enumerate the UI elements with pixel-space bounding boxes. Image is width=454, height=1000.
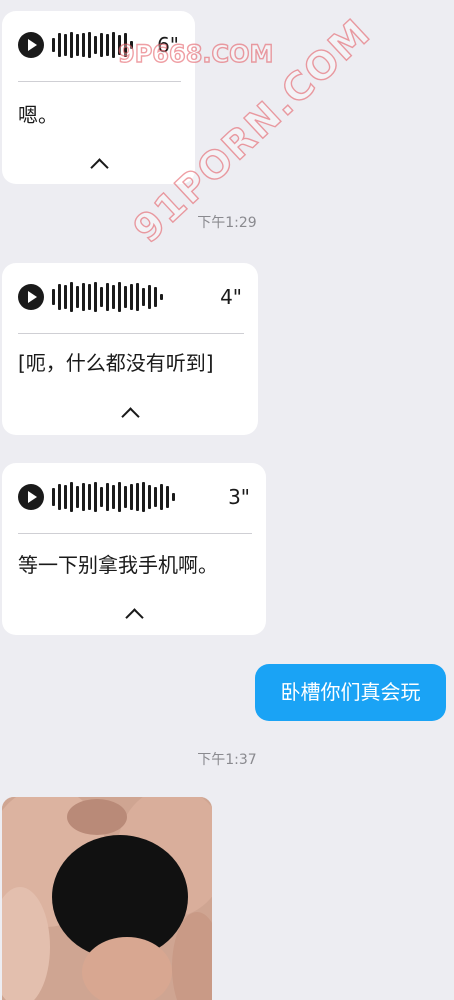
voice-player[interactable]: 3"	[18, 482, 250, 512]
waveform-bar	[76, 286, 79, 308]
waveform-bar	[70, 32, 73, 58]
voice-waveform	[52, 482, 175, 512]
voice-message-bubble[interactable]: 4" [呃，什么都没有听到]	[2, 263, 258, 435]
waveform-bar	[82, 283, 85, 311]
waveform-bar	[52, 488, 55, 506]
waveform-bar	[88, 32, 91, 58]
play-icon[interactable]	[18, 284, 44, 310]
sent-message-bubble[interactable]: 卧槽你们真会玩	[255, 664, 446, 721]
image-message[interactable]	[2, 797, 212, 1000]
voice-transcript: [呃，什么都没有听到]	[18, 351, 214, 375]
waveform-bar	[142, 482, 145, 512]
play-icon[interactable]	[18, 484, 44, 510]
chat-timestamp: 下午1:37	[197, 752, 257, 768]
waveform-bar	[154, 287, 157, 307]
waveform-bar	[100, 487, 103, 507]
voice-duration: 3"	[228, 485, 250, 509]
voice-message-bubble[interactable]: 3" 等一下别拿我手机啊。	[2, 463, 266, 635]
waveform-bar	[112, 32, 115, 58]
waveform-bar	[70, 482, 73, 512]
waveform-bar	[130, 284, 133, 310]
chevron-up-icon[interactable]	[121, 407, 140, 426]
waveform-bar	[88, 484, 91, 510]
waveform-bar	[136, 283, 139, 311]
voice-message-bubble[interactable]: 6" 嗯。	[2, 11, 195, 184]
waveform-bar	[94, 36, 97, 54]
watermark-text: 9P668.COM	[117, 39, 274, 68]
chat-timestamp: 下午1:29	[197, 215, 257, 231]
waveform-bar	[136, 483, 139, 511]
chevron-up-icon[interactable]	[125, 608, 144, 627]
waveform-bar	[124, 486, 127, 508]
waveform-bar	[64, 285, 67, 309]
waveform-bar	[82, 33, 85, 57]
divider	[18, 533, 252, 534]
waveform-bar	[106, 283, 109, 311]
waveform-bar	[148, 285, 151, 309]
waveform-bar	[154, 487, 157, 507]
waveform-bar	[160, 294, 163, 300]
voice-waveform	[52, 282, 163, 312]
waveform-bar	[58, 284, 61, 310]
waveform-bar	[82, 483, 85, 511]
waveform-bar	[88, 284, 91, 310]
waveform-bar	[112, 285, 115, 309]
voice-player[interactable]: 4"	[18, 282, 242, 312]
divider	[18, 81, 181, 82]
waveform-bar	[118, 482, 121, 512]
waveform-bar	[58, 484, 61, 510]
divider	[18, 333, 244, 334]
waveform-bar	[94, 482, 97, 512]
waveform-bar	[124, 286, 127, 308]
waveform-bar	[70, 282, 73, 312]
waveform-bar	[58, 33, 61, 57]
waveform-bar	[64, 485, 67, 509]
waveform-bar	[106, 34, 109, 56]
waveform-bar	[172, 493, 175, 501]
voice-transcript: 等一下别拿我手机啊。	[18, 553, 218, 577]
play-icon[interactable]	[18, 32, 44, 58]
waveform-bar	[148, 485, 151, 509]
waveform-bar	[76, 34, 79, 56]
waveform-bar	[64, 34, 67, 56]
voice-duration: 4"	[220, 285, 242, 309]
voice-transcript: 嗯。	[18, 103, 58, 127]
waveform-bar	[100, 287, 103, 307]
waveform-bar	[166, 486, 169, 508]
waveform-bar	[160, 484, 163, 510]
waveform-bar	[52, 289, 55, 305]
waveform-bar	[112, 485, 115, 509]
waveform-bar	[118, 282, 121, 312]
waveform-bar	[76, 486, 79, 508]
waveform-bar	[100, 33, 103, 57]
waveform-bar	[142, 288, 145, 306]
waveform-bar	[52, 38, 55, 52]
waveform-bar	[94, 282, 97, 312]
chevron-up-icon[interactable]	[89, 158, 109, 177]
waveform-bar	[106, 483, 109, 511]
waveform-bar	[130, 484, 133, 510]
